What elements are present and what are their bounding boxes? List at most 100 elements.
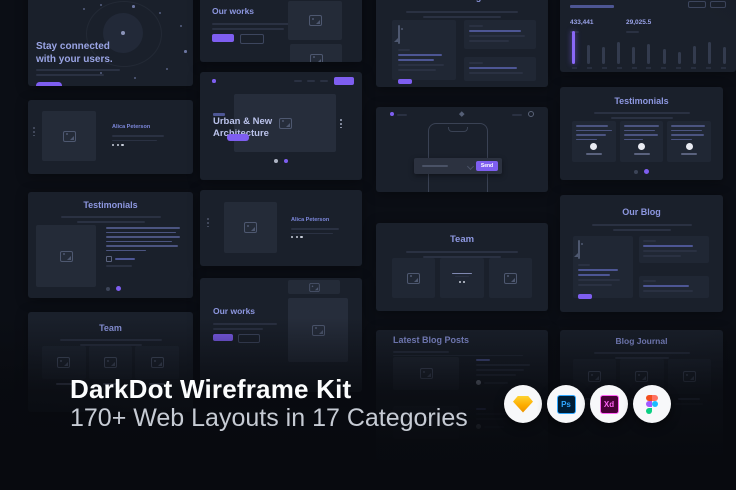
menu-dots-icon[interactable] — [207, 218, 209, 227]
quote-skeleton — [106, 227, 182, 267]
text-skeleton — [376, 8, 548, 18]
text-skeleton — [36, 69, 120, 71]
image-placeholder — [224, 202, 277, 253]
page-title: DarkDot Wireframe Kit — [70, 374, 351, 405]
post-entry[interactable] — [476, 359, 534, 385]
bar-chart-axis — [572, 67, 726, 69]
text-skeleton — [28, 336, 193, 346]
dashboard-filter-button[interactable] — [688, 1, 706, 8]
blog-post-card[interactable] — [639, 276, 709, 298]
image-placeholder-icon[interactable] — [104, 357, 117, 368]
image-placeholder-icon[interactable] — [635, 371, 648, 382]
menu-dots-icon[interactable] — [33, 127, 35, 136]
team-member-tile[interactable] — [392, 258, 435, 298]
image-placeholder — [42, 111, 96, 161]
blog-post-card[interactable] — [464, 20, 536, 49]
works-secondary-button[interactable] — [240, 34, 264, 44]
journal-tile[interactable] — [668, 359, 711, 394]
image-placeholder-icon[interactable] — [683, 371, 696, 382]
chart-bar — [617, 42, 620, 64]
slide-cta-button[interactable] — [227, 134, 249, 141]
hero-cta-button[interactable] — [36, 82, 62, 86]
bar-chart — [572, 30, 726, 64]
nav-links[interactable] — [294, 80, 328, 82]
card-heading: Our Blog — [376, 0, 548, 2]
works-cta-button[interactable] — [212, 34, 234, 42]
works-secondary-button[interactable] — [238, 334, 260, 343]
blog-post-card[interactable] — [392, 20, 456, 80]
chart-bar — [678, 52, 681, 64]
image-placeholder-icon[interactable] — [588, 371, 601, 382]
dashboard-filter-button[interactable] — [710, 1, 726, 8]
figma-icon — [646, 395, 659, 414]
wireframe-card-blog-top: Our Blog — [376, 0, 548, 87]
card-heading: Blog Journal — [560, 336, 723, 346]
chart-bar — [602, 47, 605, 64]
card-heading: Latest Blog Posts — [393, 335, 469, 345]
image-placeholder-icon — [310, 54, 323, 63]
testimonial-grid — [572, 121, 711, 162]
carousel-dots[interactable] — [200, 159, 362, 163]
team-member-tile[interactable] — [440, 258, 483, 298]
image-placeholder-icon — [309, 15, 322, 26]
team-grid — [392, 258, 532, 298]
image-placeholder-icon — [420, 368, 433, 379]
wireframe-card-testimonials-split: Testimonials — [28, 192, 193, 298]
image-placeholder — [288, 298, 348, 362]
text-skeleton — [36, 74, 104, 76]
image-placeholder-icon[interactable] — [504, 273, 517, 284]
blog-post-card[interactable] — [573, 236, 633, 298]
testimonial-tile[interactable] — [620, 121, 664, 162]
figma-badge — [633, 385, 671, 423]
wireframe-card-newsletter: Send — [376, 107, 548, 192]
testimonial-tile[interactable] — [572, 121, 616, 162]
blog-post-card[interactable] — [639, 236, 709, 263]
card-heading: Team — [376, 234, 548, 245]
read-more-button[interactable] — [578, 294, 592, 299]
avatar[interactable] — [528, 111, 534, 117]
divider — [393, 355, 523, 356]
logo-dot — [390, 112, 394, 116]
image-placeholder-icon[interactable] — [578, 240, 580, 259]
image-placeholder-icon[interactable] — [407, 273, 420, 284]
avatar[interactable] — [476, 380, 481, 385]
testimonial-name: Alica Peterson — [291, 217, 329, 223]
wireframe-card-works-top: Our works — [200, 0, 362, 62]
card-heading: Our works — [212, 6, 254, 16]
nav-cta-button[interactable] — [334, 77, 354, 85]
hero-heading-line2: with your users. — [36, 53, 128, 66]
sketch-badge — [504, 385, 542, 423]
text-skeleton — [393, 351, 449, 353]
chart-bar — [632, 47, 635, 64]
read-more-button[interactable] — [398, 79, 412, 84]
image-placeholder-icon[interactable] — [398, 25, 400, 44]
image-placeholder-icon[interactable] — [57, 357, 70, 368]
text-skeleton — [291, 225, 343, 234]
menu-dots-icon[interactable] — [340, 119, 342, 128]
avatar[interactable] — [686, 143, 693, 150]
team-member-tile[interactable] — [489, 258, 532, 298]
email-input[interactable] — [422, 165, 448, 167]
subscribe-form: Send — [414, 158, 502, 174]
wireframe-card-dashboard: 433,441 29,025.5 — [560, 0, 736, 72]
hero-heading-line1: Stay connected — [36, 40, 128, 53]
image-placeholder-icon[interactable] — [151, 357, 164, 368]
wireframe-card-blog-right: Our Blog — [560, 195, 723, 312]
chart-bar — [572, 31, 575, 64]
image-placeholder — [288, 280, 340, 294]
avatar[interactable] — [590, 143, 597, 150]
card-heading: Team — [28, 323, 193, 333]
nav-link-skeleton[interactable] — [512, 114, 522, 116]
promo-canvas: Stay connected with your users. Our work… — [0, 0, 736, 490]
text-skeleton — [376, 248, 548, 258]
carousel-dots[interactable] — [106, 286, 121, 291]
avatar[interactable] — [638, 143, 645, 150]
carousel-dots[interactable] — [560, 169, 723, 174]
avatar[interactable] — [476, 424, 481, 429]
testimonial-tile[interactable] — [667, 121, 711, 162]
page-subtitle: 170+ Web Layouts in 17 Categories — [70, 404, 468, 433]
works-cta-button[interactable] — [213, 334, 233, 341]
blog-post-card[interactable] — [464, 57, 536, 81]
send-button[interactable]: Send — [476, 161, 498, 171]
wireframe-card-testimonials-row: Testimonials — [560, 87, 723, 180]
